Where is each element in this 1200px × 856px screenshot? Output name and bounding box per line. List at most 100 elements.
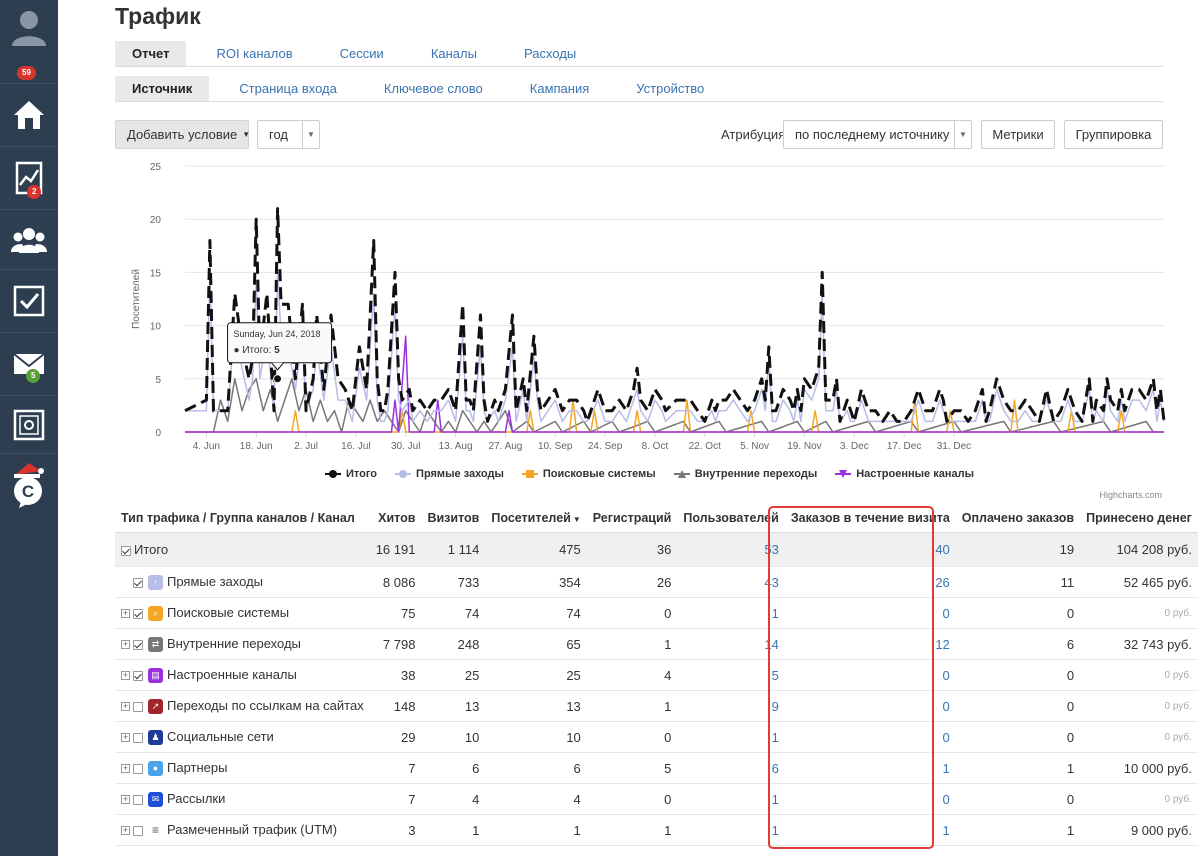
cell-orders[interactable]: 0 [784, 690, 956, 722]
channel-name[interactable]: Рассылки [167, 791, 225, 806]
sub-tab-3[interactable]: Кампания [513, 76, 607, 101]
legend-item-3[interactable]: Внутренние переходы [673, 468, 817, 480]
channel-name[interactable]: Социальные сети [167, 729, 274, 744]
cell-orders[interactable]: 1 [784, 814, 956, 846]
legend-item-2[interactable]: Поисковые системы [521, 468, 656, 480]
cell-orders[interactable]: 40 [784, 532, 956, 567]
attribution-select[interactable]: по последнему источнику ▼ [783, 120, 972, 149]
sidebar-email[interactable]: 5 [0, 333, 58, 396]
main-tab-1[interactable]: ROI каналов [199, 41, 309, 66]
sub-tab-0[interactable]: Источник [115, 76, 210, 101]
column-header-5[interactable]: Пользователей [677, 503, 785, 533]
cell-users[interactable]: 6 [677, 752, 785, 784]
cell-users[interactable]: 53 [677, 532, 785, 567]
column-header-6[interactable]: Заказов в течение визита [784, 503, 956, 533]
sidebar-home[interactable] [0, 84, 58, 147]
column-header-8[interactable]: Принесено денег [1080, 503, 1198, 533]
column-header-3[interactable]: Посетителей ▼ [485, 503, 587, 533]
row-checkbox[interactable] [121, 545, 131, 556]
expand-toggle-icon[interactable]: + [121, 826, 130, 836]
row-checkbox[interactable] [133, 794, 143, 805]
row-checkbox[interactable] [133, 732, 143, 743]
expand-toggle-icon[interactable]: + [121, 764, 130, 774]
main-tab-2[interactable]: Сессии [323, 41, 401, 66]
channel-name[interactable]: Переходы по ссылкам на сайтах [167, 698, 364, 713]
cell-orders[interactable]: 0 [784, 783, 956, 815]
table-row[interactable]: + ▤ Настроенные каналы 38 25 25 4 5 0 0 0 руб. [115, 659, 1198, 691]
expand-toggle-icon[interactable]: + [121, 671, 130, 681]
table-row[interactable]: + ⌕ Поисковые системы 75 74 74 0 1 0 0 0 руб. [115, 597, 1198, 629]
table-row[interactable]: + ≡ Размеченный трафик (UTM) 3 1 1 1 1 1 1 9 000 р… [115, 814, 1198, 846]
table-row[interactable]: + ● Партнеры 7 6 6 5 6 1 1 10 000 руб. [115, 752, 1198, 784]
expand-toggle-icon[interactable]: + [121, 702, 130, 712]
legend-marker-4 [835, 470, 852, 478]
cell-users[interactable]: 1 [677, 783, 785, 815]
cell-users[interactable]: 9 [677, 690, 785, 722]
sidebar-chat[interactable]: C [0, 454, 58, 516]
add-condition-button[interactable]: Добавить условие ▼ [115, 120, 250, 149]
cell-users[interactable]: 14 [677, 628, 785, 660]
metrics-button[interactable]: Метрики [981, 120, 1055, 149]
column-header-7[interactable]: Оплачено заказов [955, 503, 1081, 533]
row-checkbox[interactable] [133, 825, 143, 836]
table-row[interactable]: + ✉ Рассылки 7 4 4 0 1 0 0 0 руб. [115, 783, 1198, 815]
channel-name[interactable]: Внутренние переходы [167, 636, 301, 651]
x-tick-label: 27. Aug [488, 441, 522, 452]
row-checkbox[interactable] [133, 639, 143, 650]
cell-visits: 1 114 [421, 532, 486, 567]
cell-orders[interactable]: 12 [784, 628, 956, 660]
row-checkbox[interactable] [133, 608, 143, 619]
table-row[interactable]: + ♟ Социальные сети 29 10 10 0 1 0 0 0 руб. [115, 721, 1198, 753]
cell-orders[interactable]: 26 [784, 566, 956, 598]
expand-toggle-icon[interactable]: + [121, 640, 130, 650]
cell-orders[interactable]: 1 [784, 752, 956, 784]
row-checkbox[interactable] [133, 670, 143, 681]
period-select[interactable]: год ▼ [257, 120, 320, 149]
legend-item-4[interactable]: Настроенные каналы [835, 468, 974, 480]
main-tab-0[interactable]: Отчет [115, 41, 187, 66]
channel-name[interactable]: Партнеры [167, 760, 227, 775]
channel-name[interactable]: Поисковые системы [167, 605, 289, 620]
cell-users[interactable]: 5 [677, 659, 785, 691]
cell-paid: 0 [955, 690, 1081, 722]
channel-name[interactable]: Прямые заходы [167, 574, 263, 589]
channel-name[interactable]: Настроенные каналы [167, 667, 297, 682]
sub-tab-2[interactable]: Ключевое слово [367, 76, 500, 101]
legend-item-1[interactable]: Прямые заходы [395, 468, 504, 480]
sidebar-tasks[interactable] [0, 270, 58, 333]
column-header-2[interactable]: Визитов [421, 503, 486, 533]
sidebar-safe[interactable] [0, 396, 58, 454]
row-checkbox[interactable] [133, 701, 143, 712]
traffic-chart[interactable]: 0 5 10 15 20 25 Посетителей 4. Jun 18. Jun 2. Jul… [115, 150, 1175, 505]
sidebar-profile[interactable]: 59 [0, 0, 58, 84]
sidebar-users[interactable] [0, 210, 58, 270]
chart-credit[interactable]: Highcharts.com [1099, 490, 1162, 500]
cell-users[interactable]: 1 [677, 721, 785, 753]
sidebar-analytics[interactable]: 2 [0, 147, 58, 210]
cell-users[interactable]: 1 [677, 597, 785, 629]
sub-tab-1[interactable]: Страница входа [222, 76, 354, 101]
table-row[interactable]: Итого 16 191 1 114 475 36 53 40 19 104 208 руб. [115, 532, 1198, 567]
expand-toggle-icon[interactable]: + [121, 795, 130, 805]
table-row[interactable]: ↑ Прямые заходы 8 086 733 354 26 43 26 11 52 465 … [115, 566, 1198, 598]
cell-orders[interactable]: 0 [784, 721, 956, 753]
cell-orders[interactable]: 0 [784, 597, 956, 629]
cell-orders[interactable]: 0 [784, 659, 956, 691]
row-checkbox[interactable] [133, 577, 143, 588]
expand-toggle-icon[interactable]: + [121, 609, 130, 619]
table-row[interactable]: + ⇄ Внутренние переходы 7 798 248 65 1 14 12 6 32 … [115, 628, 1198, 660]
channel-name[interactable]: Размеченный трафик (UTM) [167, 822, 337, 837]
sub-tab-4[interactable]: Устройство [619, 76, 721, 101]
column-header-1[interactable]: Хитов [369, 503, 422, 533]
expand-toggle-icon[interactable]: + [121, 733, 130, 743]
main-tab-3[interactable]: Каналы [414, 41, 494, 66]
social-icon: ♟ [148, 730, 163, 746]
legend-item-0[interactable]: Итого [325, 468, 377, 480]
cell-users[interactable]: 1 [677, 814, 785, 846]
main-tab-4[interactable]: Расходы [507, 41, 593, 66]
table-row[interactable]: + ↗ Переходы по ссылкам на сайтах 148 13 13 1 9… [115, 690, 1198, 722]
grouping-button[interactable]: Группировка [1064, 120, 1163, 149]
row-checkbox[interactable] [133, 763, 143, 774]
column-header-4[interactable]: Регистраций [586, 503, 678, 533]
cell-users[interactable]: 43 [677, 566, 785, 598]
